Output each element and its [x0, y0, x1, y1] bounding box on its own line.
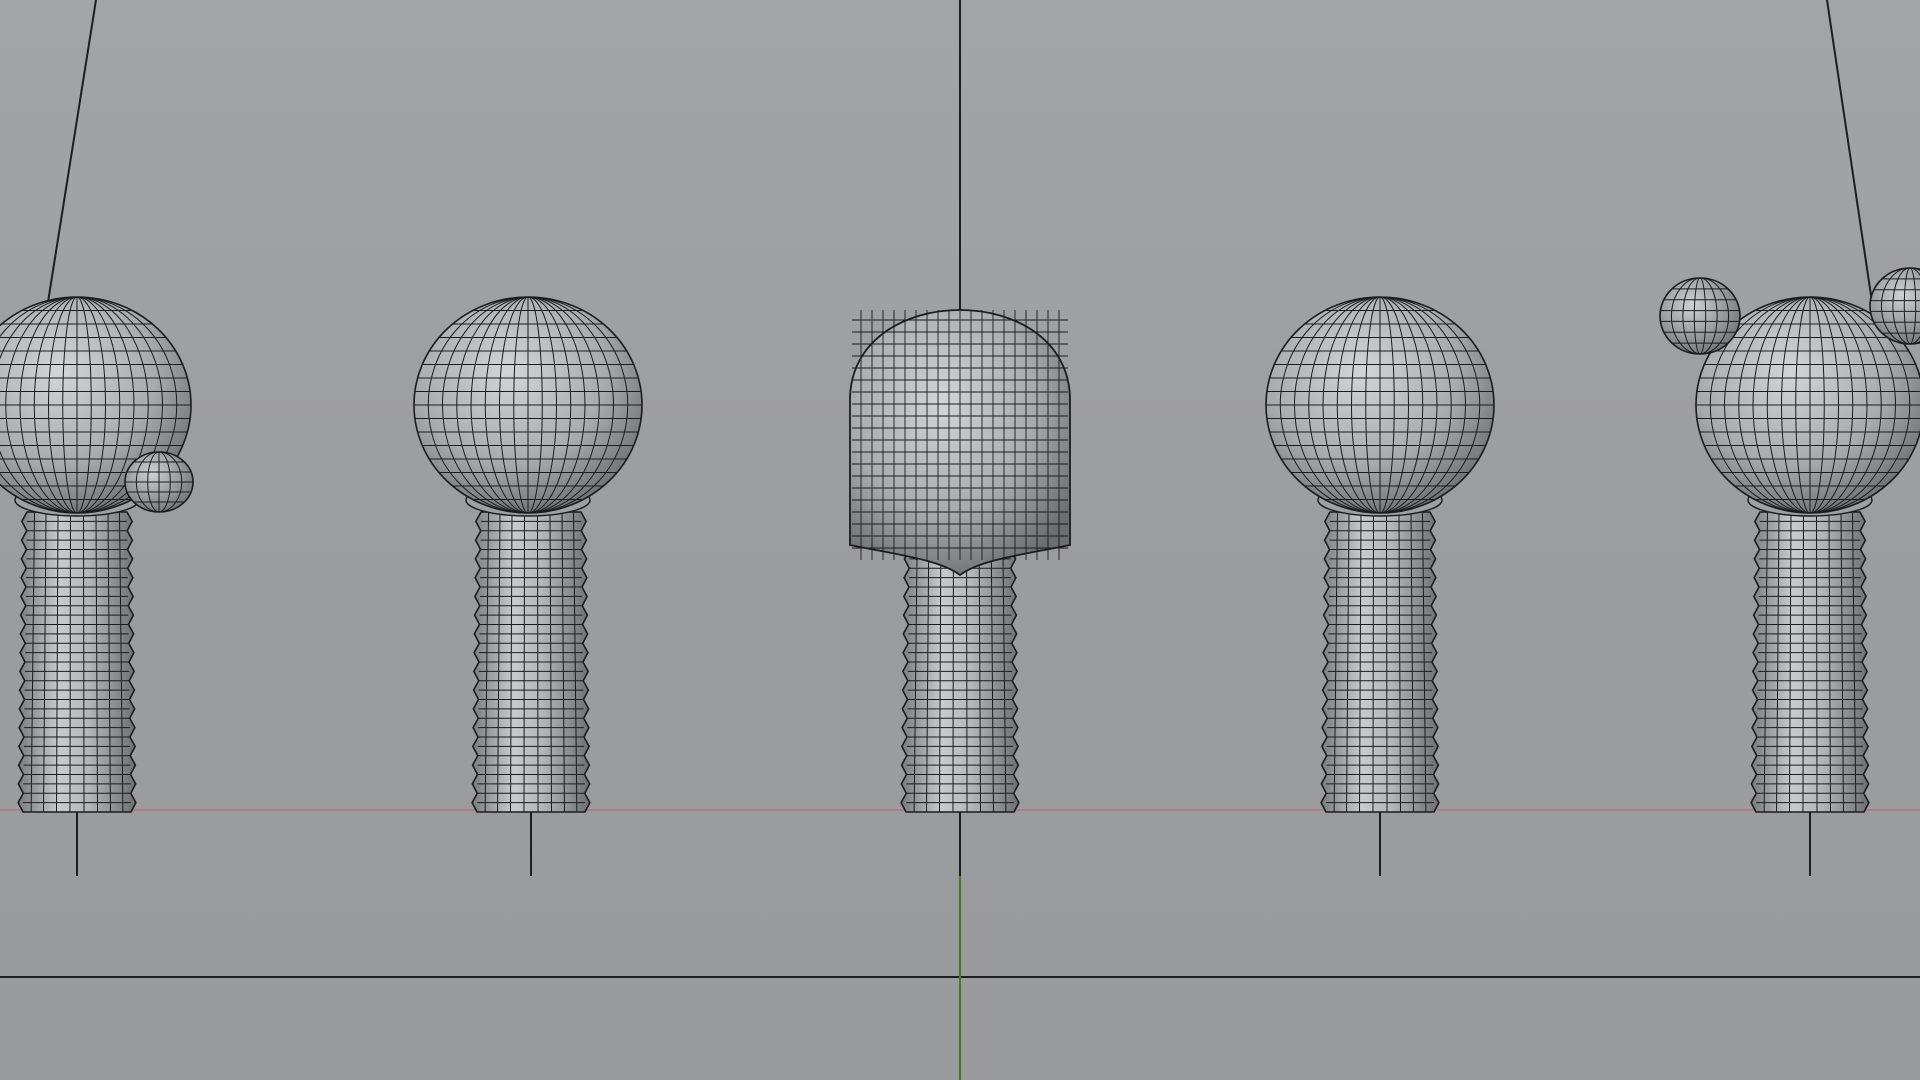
figure-4[interactable]	[1265, 296, 1495, 876]
figure-head	[849, 309, 1071, 577]
figure-body	[17, 511, 137, 813]
figure-5[interactable]	[1659, 267, 1920, 876]
viewport-scene[interactable]	[0, 0, 1920, 1080]
figure-body	[471, 511, 591, 813]
figure-3[interactable]	[849, 309, 1071, 876]
hair-bun	[124, 451, 194, 513]
figure-2[interactable]	[413, 296, 643, 876]
3d-viewport[interactable]	[0, 0, 1920, 1080]
figure-head	[1265, 296, 1495, 514]
figure-head	[413, 296, 643, 514]
camera-guide-right	[1826, 0, 1873, 303]
figure-body	[1320, 511, 1440, 813]
figures-group	[0, 267, 1920, 876]
hair-bun-left	[1659, 277, 1741, 355]
figure-body	[1750, 511, 1870, 813]
figure-1[interactable]	[0, 296, 194, 876]
camera-guide-left	[47, 0, 97, 303]
